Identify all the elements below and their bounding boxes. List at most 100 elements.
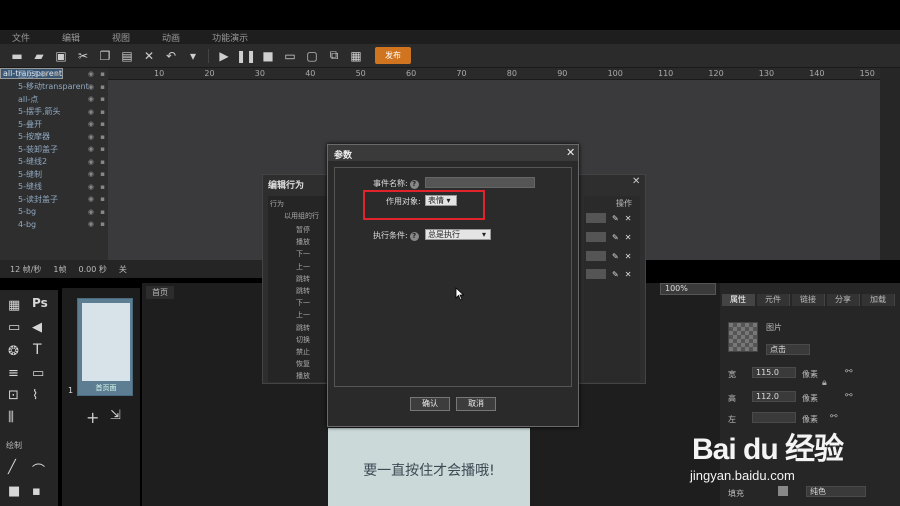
monitor-icon[interactable]: ▭ <box>32 366 44 381</box>
layer-row[interactable]: 5-装卸盖子 ◉ ▪ <box>0 143 108 156</box>
behavior-tree-item[interactable]: 跳转 <box>296 323 310 333</box>
menu-file[interactable]: 文件 <box>12 31 30 44</box>
operation-dropdown[interactable] <box>586 232 606 242</box>
layer-row[interactable]: 图层54 ◉ ▪ <box>0 68 108 81</box>
close-icon[interactable]: ✕ <box>625 270 632 279</box>
layer-row[interactable]: 5-bg ◉ ▪ <box>0 206 108 219</box>
lock-icon[interactable]: ▪ <box>100 145 105 153</box>
menu-edit[interactable]: 编辑 <box>62 31 80 44</box>
tab-load[interactable]: 加载 <box>862 294 895 306</box>
timeline-scrollbar[interactable] <box>880 68 900 260</box>
hotspot-icon[interactable]: ⊡ <box>8 388 19 403</box>
lock-icon[interactable]: ▪ <box>100 108 105 116</box>
lock-icon[interactable]: ▪ <box>100 133 105 141</box>
behavior-tree-item[interactable]: 切换 <box>296 335 310 345</box>
eye-icon[interactable]: ◉ <box>88 145 94 153</box>
component-icon[interactable]: ❂ <box>8 344 19 359</box>
behavior-tree-item[interactable]: 下一 <box>296 298 310 308</box>
tab-link[interactable]: 链接 <box>792 294 825 306</box>
edit-icon[interactable]: ✎ <box>612 270 619 279</box>
redo-dropdown-icon[interactable]: ▾ <box>186 49 200 63</box>
behavior-tree-item[interactable]: 下一 <box>296 249 310 259</box>
eye-icon[interactable]: ◉ <box>88 158 94 166</box>
screen-icon[interactable]: ▢ <box>305 49 319 63</box>
link-icon[interactable]: ⚯ <box>845 391 853 401</box>
eye-icon[interactable]: ◉ <box>88 83 94 91</box>
link-icon[interactable]: ⚯ <box>845 367 853 377</box>
layer-row[interactable]: 5-移动transparent ◉ ▪ <box>0 81 108 94</box>
behavior-tree-item[interactable]: 播放 <box>296 237 310 247</box>
help-icon[interactable]: ? <box>409 180 419 189</box>
new-file-icon[interactable]: ▬ <box>10 49 24 63</box>
eye-icon[interactable]: ◉ <box>88 195 94 203</box>
tab-share[interactable]: 分享 <box>827 294 860 306</box>
save-icon[interactable]: ▣ <box>54 49 68 63</box>
behavior-tree-item[interactable]: 禁止 <box>296 347 310 357</box>
aspect-lock-icon[interactable]: 🔒︎ <box>822 378 827 388</box>
eye-icon[interactable]: ◉ <box>88 208 94 216</box>
behavior-tree-item[interactable]: 上一 <box>296 262 310 272</box>
behavior-tree-group[interactable]: 以用组的行 <box>284 211 319 221</box>
link-icon[interactable]: ⚯ <box>830 412 838 422</box>
layer-row[interactable]: 5-叠开 ◉ ▪ <box>0 118 108 131</box>
layer-row[interactable]: 5-读封盖子 ◉ ▪ <box>0 193 108 206</box>
publish-button[interactable]: 发布 <box>375 47 411 64</box>
lock-icon[interactable]: ▪ <box>100 70 105 78</box>
tab-properties[interactable]: 属性 <box>722 294 755 306</box>
eye-icon[interactable]: ◉ <box>88 120 94 128</box>
import-page-icon[interactable]: ⇲ <box>110 408 121 423</box>
fill-select[interactable]: 纯色 <box>806 486 866 497</box>
delete-icon[interactable]: ✕ <box>142 49 156 63</box>
undo-icon[interactable]: ↶ <box>164 49 178 63</box>
height-input[interactable]: 112.0 <box>752 391 796 402</box>
layer-row[interactable]: 5-按摩器 ◉ ▪ <box>0 131 108 144</box>
edit-icon[interactable]: ✎ <box>612 252 619 261</box>
text-tool-icon[interactable]: T <box>33 342 42 358</box>
lock-icon[interactable]: ▪ <box>100 208 105 216</box>
layer-row[interactable]: 5-缝线 ◉ ▪ <box>0 181 108 194</box>
stop-icon[interactable]: ■ <box>261 49 275 63</box>
copy-icon[interactable]: ❐ <box>98 49 112 63</box>
menu-view[interactable]: 视图 <box>112 31 130 44</box>
close-icon[interactable]: ✕ <box>625 214 632 223</box>
condition-select[interactable]: 总是执行 ▾ <box>425 229 491 240</box>
lock-icon[interactable]: ▪ <box>100 195 105 203</box>
pause-icon[interactable]: ❚❚ <box>236 49 256 63</box>
paste-icon[interactable]: ▤ <box>120 49 134 63</box>
layer-row[interactable]: 5-摆手,箭头 ◉ ▪ <box>0 106 108 119</box>
eye-icon[interactable]: ◉ <box>88 183 94 191</box>
add-page-icon[interactable]: + <box>86 408 99 427</box>
help-icon[interactable]: ? <box>409 232 419 241</box>
timeline-ruler[interactable]: 10 20 30 40 50 60 70 80 90 100 110 120 130 140 150 <box>108 68 880 80</box>
operation-dropdown[interactable] <box>586 213 606 223</box>
pen-icon[interactable]: ╱ <box>8 460 16 475</box>
lock-icon[interactable]: ▪ <box>100 83 105 91</box>
close-icon[interactable]: ✕ <box>632 176 640 187</box>
behavior-tree-item[interactable]: 播放 <box>296 371 310 381</box>
export-icon[interactable]: ⧉ <box>327 48 341 63</box>
close-icon[interactable]: ✕ <box>625 233 632 242</box>
layer-row[interactable]: 5-缝线2 ◉ ▪ <box>0 156 108 169</box>
chart-icon[interactable]: ⌇ <box>32 388 38 403</box>
page-thumbnail[interactable]: 首页面 <box>77 298 133 396</box>
image-icon[interactable]: ▭ <box>8 320 20 335</box>
grid-icon[interactable]: ▦ <box>8 298 20 313</box>
settings-icon[interactable]: ▦ <box>349 49 363 63</box>
cut-icon[interactable]: ✂ <box>76 49 90 63</box>
operation-dropdown[interactable] <box>586 269 606 279</box>
lock-icon[interactable]: ▪ <box>100 120 105 128</box>
close-icon[interactable]: ✕ <box>625 252 632 261</box>
tab-component[interactable]: 元件 <box>757 294 790 306</box>
layer-row[interactable]: 4-bg ◉ ▪ <box>0 218 108 231</box>
lock-icon[interactable]: ▪ <box>100 158 105 166</box>
close-icon[interactable]: ✕ <box>566 146 575 159</box>
lock-icon[interactable]: ▪ <box>100 95 105 103</box>
sound-icon[interactable]: ◀ <box>32 320 42 335</box>
menu-demo[interactable]: 功能演示 <box>212 31 248 44</box>
behavior-tree-item[interactable]: 跳转 <box>296 274 310 284</box>
eye-icon[interactable]: ◉ <box>88 70 94 78</box>
layer-row[interactable]: all-点 ◉ ▪ <box>0 93 108 106</box>
open-folder-icon[interactable]: ▰ <box>32 49 46 63</box>
edit-icon[interactable]: ✎ <box>612 214 619 223</box>
confirm-button[interactable]: 确认 <box>410 397 450 411</box>
